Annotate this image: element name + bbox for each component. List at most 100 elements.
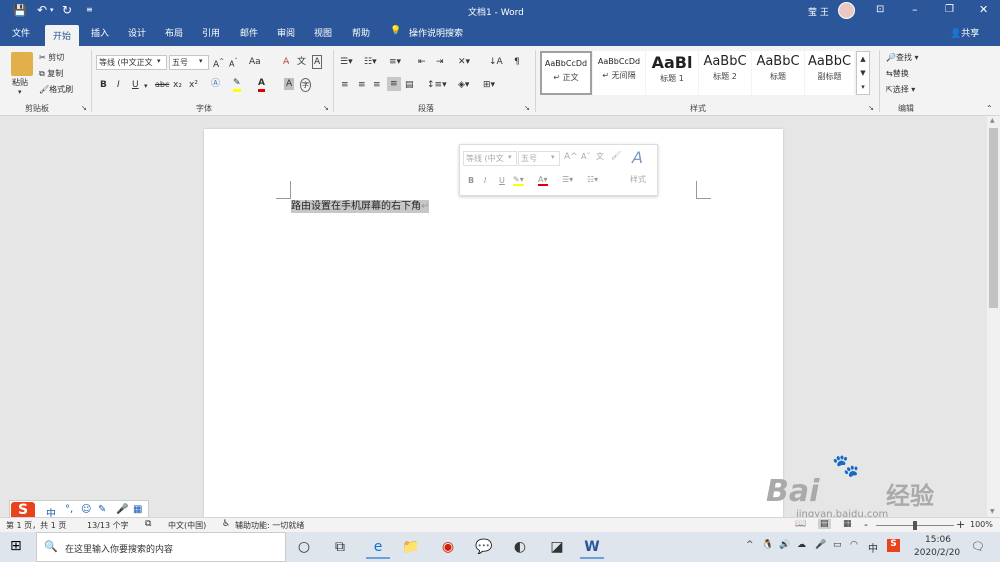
paste-icon[interactable] [11, 52, 33, 76]
zoom-out-button[interactable]: - [864, 518, 868, 531]
tab-file[interactable]: 文件 [12, 26, 30, 39]
tab-references[interactable]: 引用 [202, 26, 220, 39]
phonetic-guide-icon[interactable]: 文 [297, 56, 306, 68]
increase-indent-icon[interactable]: ⇥ [436, 56, 444, 68]
ime-punctuation-icon[interactable]: °, [65, 504, 73, 515]
style-heading-1[interactable]: AaBl 标题 1 [646, 51, 698, 95]
mini-styles-label[interactable]: 样式 [630, 174, 646, 185]
zoom-thumb[interactable] [913, 521, 917, 530]
font-color-icon[interactable]: A [258, 77, 265, 92]
format-painter-button[interactable]: 🖌格式刷 [39, 84, 73, 95]
tab-mailings[interactable]: 邮件 [240, 26, 258, 39]
style-title[interactable]: AaBbC 标题 [752, 51, 804, 95]
tab-layout[interactable]: 布局 [165, 26, 183, 39]
mini-font-color-icon[interactable]: A▾ [538, 175, 548, 186]
font-launcher-icon[interactable]: ↘ [323, 104, 329, 112]
tab-review[interactable]: 审阅 [277, 26, 295, 39]
scroll-thumb[interactable] [989, 128, 998, 308]
page-count[interactable]: 第 1 页，共 1 页 [6, 520, 66, 531]
avatar[interactable] [838, 2, 855, 19]
qq-tray-icon[interactable]: 🐧 [762, 540, 773, 550]
borders-icon[interactable]: ⊞▾ [483, 79, 495, 91]
taskbar-search[interactable]: 🔍 在这里输入你要搜索的内容 [36, 532, 286, 562]
accessibility-status[interactable]: 辅助功能: 一切就绪 [235, 520, 304, 531]
bold-button[interactable]: B [100, 79, 107, 91]
cortana-icon[interactable]: ○ [292, 535, 316, 559]
redo-icon[interactable]: ↻ [62, 3, 72, 17]
chinese-layout-icon[interactable]: ✕▾ [458, 56, 470, 68]
word-app-icon[interactable]: W [580, 535, 604, 559]
cut-button[interactable]: ✂ 剪切 [39, 52, 64, 63]
shrink-font-icon[interactable]: Aˇ [229, 56, 237, 71]
font-size-combo[interactable]: 五号 [169, 55, 209, 70]
mic-tray-icon[interactable]: 🎤 [815, 540, 826, 550]
volume-tray-icon[interactable]: 🔊 [779, 540, 790, 550]
select-button[interactable]: ⇱选择 ▾ [886, 84, 915, 95]
underline-button[interactable]: U [132, 79, 139, 91]
italic-button[interactable]: I [117, 79, 120, 91]
zoom-in-button[interactable]: + [956, 518, 965, 531]
wechat-icon[interactable]: 💬 [472, 535, 496, 559]
sogou-tray-icon[interactable]: S [887, 539, 900, 552]
user-name[interactable]: 莹 王 [808, 5, 829, 18]
style-normal[interactable]: AaBbCcDd ↵ 正文 [540, 51, 592, 95]
shading-icon[interactable]: ◈▾ [458, 79, 469, 91]
align-center-icon[interactable]: ≡ [358, 79, 366, 91]
ime-voice-icon[interactable]: 🎤 [116, 504, 128, 515]
change-case-icon[interactable]: Aa [249, 56, 261, 68]
tab-view[interactable]: 视图 [314, 26, 332, 39]
edge-icon[interactable]: e [366, 535, 390, 559]
decrease-indent-icon[interactable]: ⇤ [418, 56, 426, 68]
mini-styles-icon[interactable]: A [632, 148, 643, 167]
align-right-icon[interactable]: ≡ [373, 79, 381, 91]
highlight-icon[interactable]: ✎ [233, 77, 241, 92]
mini-phonetic-icon[interactable]: 文 [596, 151, 604, 162]
mini-font-dropdown-icon[interactable]: ▾ [508, 153, 512, 161]
grow-font-icon[interactable]: A^ [213, 56, 224, 71]
bullets-icon[interactable]: ☰▾ [340, 56, 353, 68]
styles-launcher-icon[interactable]: ↘ [868, 104, 874, 112]
photo-app-icon[interactable]: ◐ [508, 535, 532, 559]
tray-expand-icon[interactable]: ^ [746, 540, 754, 550]
font-size-dropdown-icon[interactable]: ▾ [199, 57, 203, 65]
mini-shrink-icon[interactable]: Aˇ [581, 152, 590, 161]
numbering-icon[interactable]: ☷▾ [364, 56, 377, 68]
superscript-button[interactable]: x² [189, 79, 198, 91]
font-family-dropdown-icon[interactable]: ▾ [157, 57, 161, 65]
document-page[interactable]: 路由设置在手机屏幕的右下角↵ 等线 (中文 ▾ 五号 ▾ A^ Aˇ 文 🖌 A… [204, 129, 783, 519]
find-button[interactable]: 🔎查找 ▾ [886, 52, 919, 63]
mini-bullets-icon[interactable]: ☰▾ [562, 175, 573, 184]
clock-date[interactable]: 2020/2/20 [914, 548, 960, 558]
selected-text[interactable]: 路由设置在手机屏幕的右下角↵ [291, 200, 430, 213]
windows-start-icon[interactable]: ⊞ [10, 538, 22, 554]
style-no-spacing[interactable]: AaBbCcDd ↵ 无间隔 [593, 51, 645, 95]
sort-icon[interactable]: ↓A [489, 56, 503, 68]
copy-button[interactable]: ⧉ 复制 [39, 68, 63, 79]
enclose-char-icon[interactable]: 字 [300, 78, 311, 92]
web-layout-icon[interactable]: ▦ [843, 519, 852, 529]
mini-format-painter-icon[interactable]: 🖌 [611, 151, 621, 160]
text-effects-icon[interactable]: Ⓐ [211, 78, 220, 90]
multilevel-list-icon[interactable]: ≡▾ [389, 56, 401, 68]
close-icon[interactable]: ✕ [979, 3, 988, 16]
show-marks-icon[interactable]: ¶ [514, 56, 520, 68]
clear-format-icon[interactable]: A̶ [283, 56, 289, 68]
tab-insert[interactable]: 插入 [91, 26, 109, 39]
underline-dropdown-icon[interactable]: ▾ [144, 80, 148, 92]
tab-design[interactable]: 设计 [128, 26, 146, 39]
line-spacing-icon[interactable]: ↕≡▾ [427, 79, 447, 91]
tell-me-search[interactable]: 操作说明搜索 [409, 26, 463, 39]
restore-icon[interactable]: ❐ [945, 4, 954, 15]
clock-time[interactable]: 15:06 [925, 535, 951, 545]
ime-emoji-icon[interactable]: ☺ [81, 504, 91, 515]
style-subtitle[interactable]: AaBbC 副标题 [805, 51, 854, 95]
notifications-icon[interactable]: 🗨 [971, 540, 985, 553]
mini-underline-button[interactable]: U [499, 176, 505, 185]
justify-icon[interactable]: ≡ [387, 77, 401, 91]
task-view-icon[interactable]: ⧉ [328, 535, 352, 559]
styles-scroll[interactable]: ▲ ▼ ▾ [856, 51, 870, 95]
ime-handwrite-icon[interactable]: ✎ [98, 504, 106, 515]
ime-toolbox-icon[interactable]: ▦ [133, 504, 142, 515]
mini-numbering-icon[interactable]: ☷▾ [587, 175, 598, 184]
align-left-icon[interactable]: ≡ [341, 79, 349, 91]
